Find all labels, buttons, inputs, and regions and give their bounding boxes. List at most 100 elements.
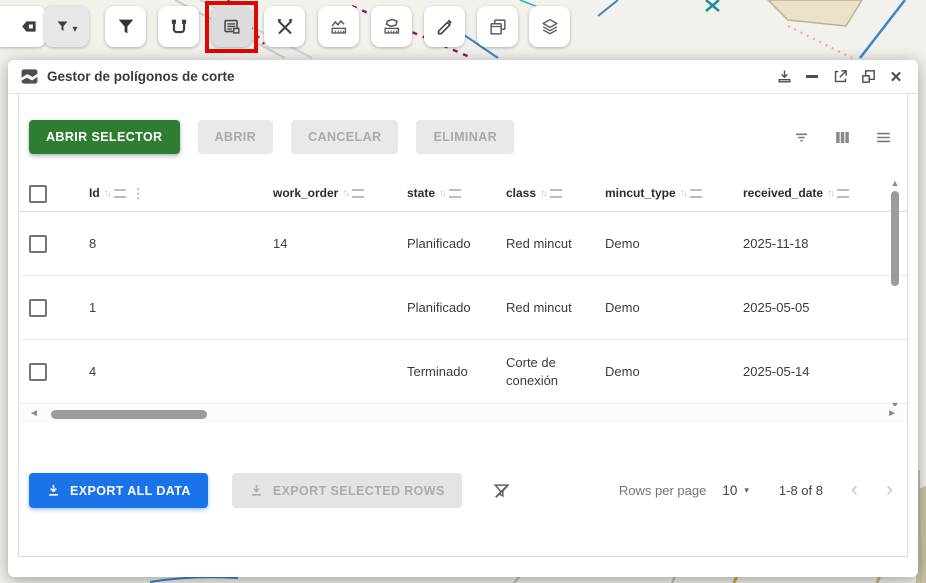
col-received-date: received_date <box>743 185 823 201</box>
sort-icon[interactable]: ↑↓ <box>827 187 833 201</box>
row-checkbox[interactable] <box>29 299 47 317</box>
layers-tool-button[interactable] <box>529 6 570 47</box>
sort-icon[interactable]: ↑↓ <box>342 187 348 201</box>
rows-per-page-value[interactable]: 10 <box>722 483 737 498</box>
delete-button[interactable]: ELIMINAR <box>416 120 514 154</box>
cell-received-date: 2025-05-14 <box>735 363 895 381</box>
dialog-body: ABRIR SELECTOR ABRIR CANCELAR ELIMINAR <box>18 94 908 557</box>
open-in-new-icon[interactable] <box>830 67 850 87</box>
layers-icon <box>539 16 561 38</box>
mincut-manager-dialog: Gestor de polígonos de corte ✕ ABRIR SEL… <box>8 60 918 577</box>
cell-class: Red mincut <box>497 235 597 253</box>
scroll-up-icon[interactable]: ▲ <box>889 178 901 188</box>
cell-id: 1 <box>75 299 247 317</box>
restore-copy-icon[interactable] <box>858 67 878 87</box>
tag-tool-button[interactable] <box>0 6 46 47</box>
filter-equals-icon[interactable] <box>690 189 702 198</box>
mincut-table: Id ↑↓ ⋮ work_order ↑↓ state ↑↓ class ↑↓ mincu… <box>19 176 907 404</box>
profile-measure-tool-button[interactable] <box>318 6 359 47</box>
filter-equals-icon[interactable] <box>550 189 562 198</box>
download-icon[interactable] <box>774 67 794 87</box>
edit-tool-button[interactable] <box>424 6 465 47</box>
dialog-mincut-icon <box>20 67 39 86</box>
cell-work-order: 14 <box>247 235 397 253</box>
row-checkbox[interactable] <box>29 363 47 381</box>
filter-dropdown-button[interactable]: ▾ <box>44 6 89 47</box>
open-selector-button[interactable]: ABRIR SELECTOR <box>29 120 180 154</box>
table-row[interactable]: 1 Planificado Red mincut Demo 2025-05-05 <box>19 276 907 340</box>
col-id: Id <box>89 185 100 201</box>
cell-mincut-type: Demo <box>597 363 735 381</box>
menu-icon[interactable] <box>874 128 893 147</box>
col-class: class <box>506 185 536 201</box>
tools-icon <box>274 16 296 38</box>
table-header-row: Id ↑↓ ⋮ work_order ↑↓ state ↑↓ class ↑↓ mincu… <box>19 176 907 212</box>
sort-icon[interactable]: ↑↓ <box>540 187 546 201</box>
filter-icon <box>55 19 70 34</box>
filter-equals-icon[interactable] <box>352 189 364 198</box>
export-selected-button[interactable]: EXPORT SELECTED ROWS <box>232 473 462 508</box>
sort-icon[interactable]: ↑↓ <box>439 187 445 201</box>
export-selected-label: EXPORT SELECTED ROWS <box>273 484 445 498</box>
filter-equals-icon[interactable] <box>449 189 461 198</box>
filter-list-icon[interactable] <box>792 128 811 147</box>
filter-equals-icon[interactable] <box>837 189 849 198</box>
cell-received-date: 2025-05-05 <box>735 299 895 317</box>
cancel-button[interactable]: CANCELAR <box>291 120 398 154</box>
area-measure-tool-button[interactable] <box>371 6 412 47</box>
download-icon <box>249 483 264 498</box>
horizontal-scrollbar[interactable]: ◄ ► <box>19 406 907 423</box>
chevron-down-icon: ▾ <box>72 24 77 35</box>
dialog-header: Gestor de polígonos de corte ✕ <box>8 60 918 94</box>
export-all-button[interactable]: EXPORT ALL DATA <box>29 473 208 508</box>
actions-row: ABRIR SELECTOR ABRIR CANCELAR ELIMINAR <box>19 94 907 154</box>
cell-received-date: 2025-11-18 <box>735 235 895 253</box>
horizontal-scrollbar-thumb[interactable] <box>51 410 207 419</box>
table-manager-icon <box>221 16 243 38</box>
download-icon <box>46 483 61 498</box>
polygon-select-tool-button[interactable] <box>158 6 199 47</box>
col-state: state <box>407 185 435 201</box>
col-work-order: work_order <box>273 185 338 201</box>
cell-id: 8 <box>75 235 247 253</box>
sort-icon[interactable]: ↑↓ <box>680 187 686 201</box>
close-icon[interactable]: ✕ <box>886 67 906 87</box>
rows-per-page-label: Rows per page <box>619 483 706 498</box>
caret-down-icon[interactable]: ▾ <box>744 485 749 496</box>
vertical-scrollbar-thumb[interactable] <box>891 191 899 286</box>
prev-page-button[interactable]: ‹ <box>851 479 858 503</box>
select-all-checkbox[interactable] <box>29 185 47 203</box>
cell-state: Planificado <box>397 299 497 317</box>
cell-state: Planificado <box>397 235 497 253</box>
tag-icon <box>19 17 38 36</box>
table-row[interactable]: 8 14 Planificado Red mincut Demo 2025-11… <box>19 212 907 276</box>
col-mincut-type: mincut_type <box>605 185 676 201</box>
clear-filters-icon[interactable] <box>492 481 512 501</box>
toolbox-tool-button[interactable] <box>264 6 305 47</box>
mincut-manager-tool-button[interactable] <box>211 6 252 47</box>
duplicate-tool-button[interactable] <box>477 6 518 47</box>
columns-icon[interactable] <box>833 128 852 147</box>
app-window: ▾ Gestor <box>0 0 926 583</box>
cell-class: Corte de conexión <box>497 354 597 389</box>
sort-icon[interactable]: ↑↓ <box>104 187 110 201</box>
table-row[interactable]: 4 Terminado Corte de conexión Demo 2025-… <box>19 340 907 404</box>
cell-class: Red mincut <box>497 299 597 317</box>
scroll-right-icon[interactable]: ► <box>887 408 897 419</box>
dialog-title: Gestor de polígonos de corte <box>47 69 235 84</box>
cell-state: Terminado <box>397 363 497 381</box>
area-measure-icon <box>381 16 403 38</box>
scroll-left-icon[interactable]: ◄ <box>29 408 39 419</box>
cell-mincut-type: Demo <box>597 299 735 317</box>
filter-equals-icon[interactable] <box>114 189 126 198</box>
filter-tool-button[interactable] <box>105 6 146 47</box>
vertical-scrollbar[interactable]: ▲ ▼ <box>889 178 901 410</box>
open-button[interactable]: ABRIR <box>198 120 274 154</box>
next-page-button[interactable]: › <box>886 479 893 503</box>
row-checkbox[interactable] <box>29 235 47 253</box>
pencil-icon <box>434 16 456 38</box>
profile-measure-icon <box>328 16 350 38</box>
minimize-icon[interactable] <box>802 67 822 87</box>
funnel-icon <box>115 16 137 38</box>
column-menu-icon[interactable]: ⋮ <box>132 185 145 203</box>
